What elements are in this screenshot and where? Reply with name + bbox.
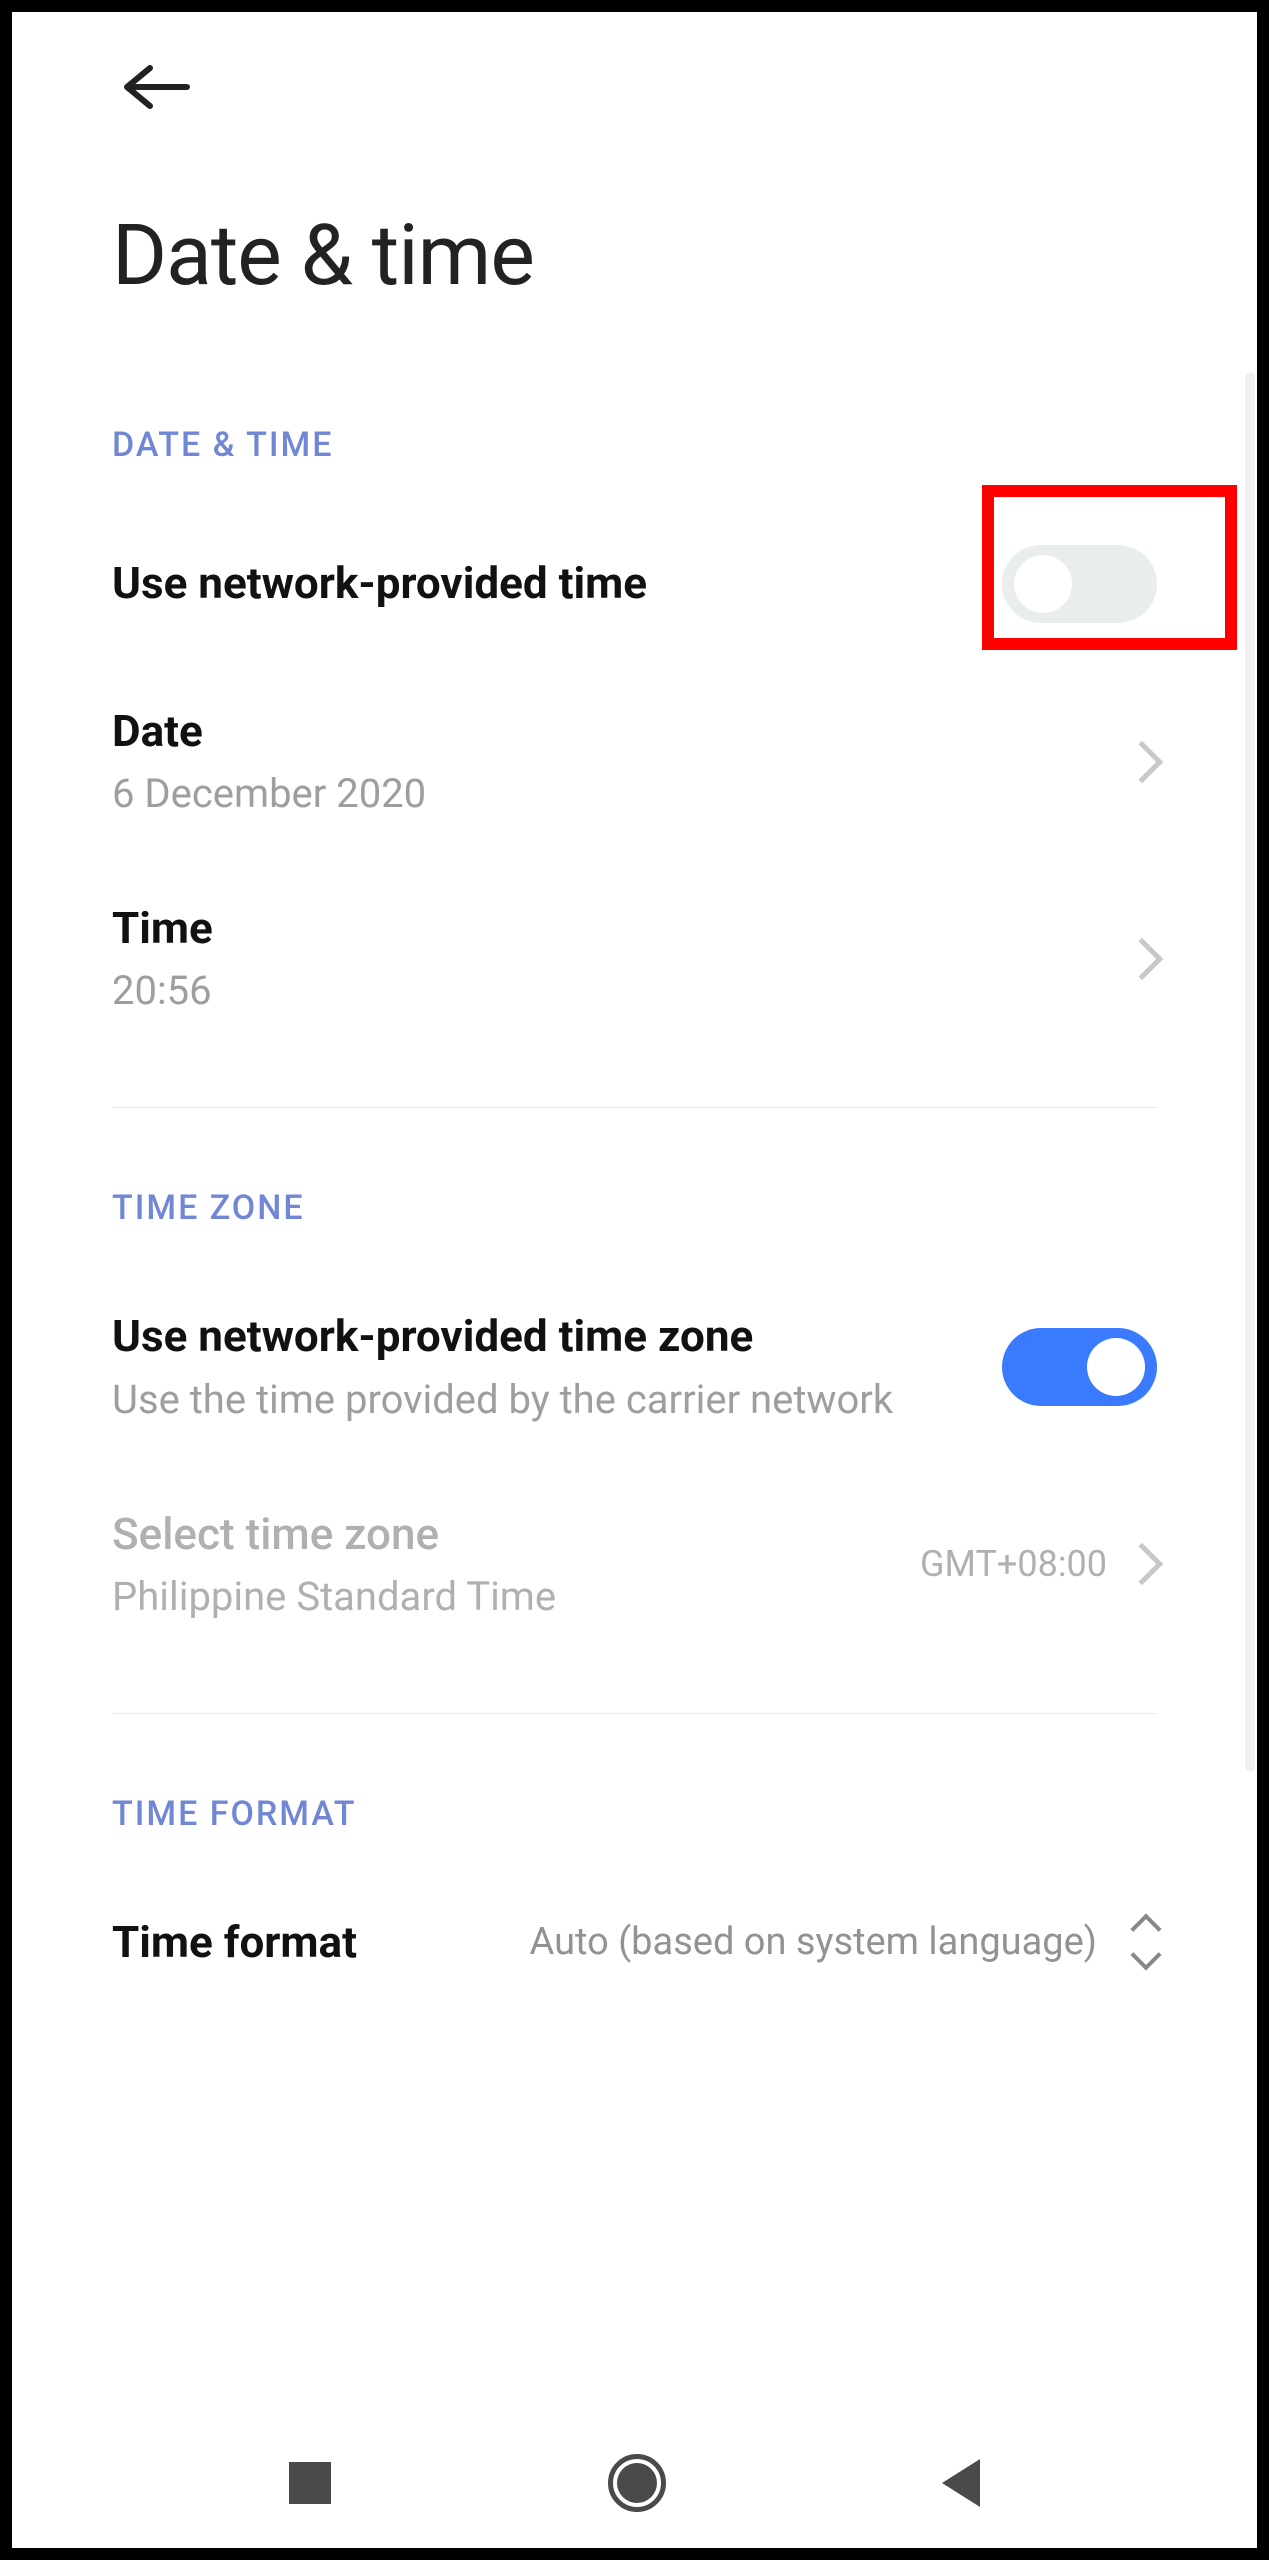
network-zone-sub: Use the time provided by the carrier net… [112, 1374, 1002, 1426]
network-zone-label: Use network-provided time zone [112, 1308, 1002, 1365]
back-button[interactable] [72, 12, 1197, 146]
network-time-toggle[interactable] [1002, 545, 1157, 623]
select-zone-label: Select time zone [112, 1506, 920, 1563]
chevron-right-icon [1121, 938, 1163, 980]
toggle-knob [1014, 555, 1072, 613]
toggle-knob [1087, 1338, 1145, 1396]
time-label: Time [112, 900, 1127, 957]
row-time-format[interactable]: Time format Auto (based on system langua… [72, 1874, 1197, 2011]
time-format-label: Time format [112, 1914, 529, 1971]
nav-recents-button[interactable] [289, 2462, 331, 2504]
section-header-datetime: DATE & TIME [72, 345, 1197, 505]
page-title: Date & time [72, 146, 1197, 345]
time-value: 20:56 [112, 965, 1127, 1017]
nav-home-button[interactable] [608, 2454, 666, 2512]
network-zone-toggle[interactable] [1002, 1328, 1157, 1406]
arrow-left-icon [122, 62, 192, 112]
select-zone-value: GMT+08:00 [920, 1543, 1107, 1585]
chevron-right-icon [1121, 1543, 1163, 1585]
select-zone-sub: Philippine Standard Time [112, 1571, 920, 1623]
row-network-time[interactable]: Use network-provided time [72, 505, 1197, 663]
nav-back-button[interactable] [942, 2459, 980, 2507]
section-header-timeformat: TIME FORMAT [72, 1714, 1197, 1874]
date-label: Date [112, 703, 1127, 760]
row-time[interactable]: Time 20:56 [72, 860, 1197, 1057]
row-select-zone: Select time zone Philippine Standard Tim… [72, 1466, 1197, 1663]
scrollbar[interactable] [1245, 372, 1255, 1772]
updown-icon [1135, 1918, 1157, 1966]
network-time-label: Use network-provided time [112, 555, 1002, 612]
settings-content: Date & time DATE & TIME Use network-prov… [12, 12, 1257, 2418]
chevron-right-icon [1121, 740, 1163, 782]
row-network-zone[interactable]: Use network-provided time zone Use the t… [72, 1268, 1197, 1465]
time-format-value: Auto (based on system language) [529, 1917, 1097, 1968]
date-value: 6 December 2020 [112, 768, 1127, 820]
row-date[interactable]: Date 6 December 2020 [72, 663, 1197, 860]
section-header-timezone: TIME ZONE [72, 1108, 1197, 1268]
android-navbar [12, 2418, 1257, 2548]
